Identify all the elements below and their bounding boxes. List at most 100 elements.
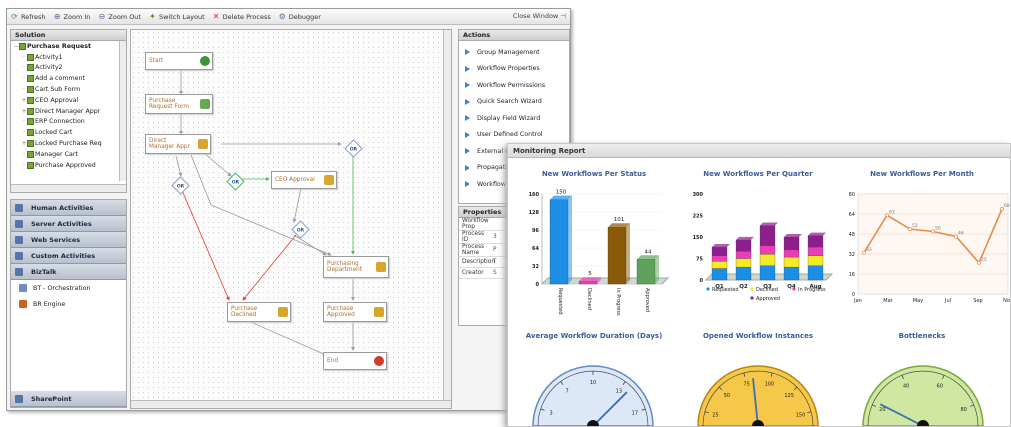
tree-item[interactable]: · ERP Connection: [11, 117, 126, 128]
x-tick-label: Jul: [944, 298, 951, 304]
x-tick-label: Sep: [973, 298, 982, 304]
bt-orchestration-item[interactable]: BT - Orchestration: [11, 280, 126, 296]
chart-title-quarter: New Workflows Per Quarter: [703, 170, 813, 178]
delete-process-button[interactable]: ✕ Delete Process: [212, 12, 271, 21]
action-label: User Defined Control: [477, 131, 543, 139]
direct-manager-node[interactable]: Direct Manager Appr: [145, 134, 211, 154]
action-item[interactable]: Quick Search Wizard: [459, 94, 569, 111]
biztalk-icon: [15, 267, 23, 276]
tree-item[interactable]: · Activity1: [11, 52, 126, 63]
stacked-bar-segment: [807, 265, 824, 281]
action-item[interactable]: Workflow Properties: [459, 61, 569, 78]
tree-item[interactable]: · Add a comment: [11, 73, 126, 84]
stacked-bar-segment: [807, 246, 824, 256]
action-item[interactable]: Display Field Wizard: [459, 110, 569, 127]
action-label: Workflow Permissions: [477, 81, 546, 89]
user-task-icon: [374, 307, 384, 317]
action-item[interactable]: Workflow Permissions: [459, 77, 569, 94]
canvas-horizontal-scrollbar[interactable]: [131, 400, 451, 408]
arrow-icon: [465, 82, 470, 89]
activity-icon: [27, 64, 34, 72]
tree-item[interactable]: · Manager Cart: [11, 149, 126, 160]
server-icon: [15, 219, 23, 228]
purchasing-department-node[interactable]: Purchasing Department: [323, 256, 389, 278]
x-tick-label: May: [913, 298, 923, 304]
zoom-out-button[interactable]: ⊖ Zoom Out: [97, 12, 141, 21]
status-bar-chart: 0 32 64 96 128 160 150 Requested 5 Declined 101 In …: [529, 190, 670, 316]
stacked-bar-segment: [735, 251, 752, 259]
activity-icon: [27, 86, 34, 94]
refresh-button[interactable]: ⟳ Refresh: [10, 12, 45, 21]
activity-icon: [27, 75, 34, 83]
close-window-button[interactable]: Close Window ⊣: [513, 12, 566, 20]
ceo-approval-node[interactable]: CEO Approval: [271, 171, 337, 189]
server-activities-header[interactable]: Server Activities: [11, 216, 126, 232]
y-tick-label: 0: [536, 282, 540, 288]
gauge-tick-label: 17: [632, 410, 638, 416]
legend-label: Requested: [712, 287, 739, 293]
purchase-declined-node[interactable]: Purchase Declined: [227, 302, 291, 322]
y-tick-label: 32: [849, 252, 855, 258]
data-label: 25: [981, 257, 987, 263]
solution-tree: − Purchase Request · Activity1 · Activity2 · A…: [11, 41, 126, 181]
bar: [636, 259, 656, 285]
chart-title-status: New Workflows Per Status: [541, 170, 647, 178]
zoom-in-icon: ⊕: [53, 12, 61, 21]
tree-item[interactable]: + Direct Manager Appr: [11, 106, 126, 117]
tree-horizontal-scrollbar[interactable]: [11, 184, 126, 192]
duration-gauge: 3 7 10 13 17: [532, 365, 654, 426]
user-task-icon: [198, 139, 208, 149]
bar-top: [760, 222, 778, 226]
gauge-tick-label: 50: [724, 393, 730, 399]
tree-item[interactable]: · Locked Cart: [11, 127, 126, 138]
data-label: 46: [958, 231, 964, 237]
tree-item[interactable]: · Activity2: [11, 63, 126, 74]
human-activities-header[interactable]: Human Activities: [11, 200, 126, 216]
start-node[interactable]: Start: [145, 52, 213, 70]
gauge-tick-label: 25: [712, 413, 718, 419]
tree-item-label: CEO Approval: [35, 96, 79, 104]
end-node[interactable]: End: [323, 352, 387, 370]
action-label: Quick Search Wizard: [477, 98, 542, 106]
property-key: Workflow Prop: [462, 218, 489, 230]
workflow-connectors: [175, 70, 355, 356]
x-tick-label: Mar: [883, 298, 893, 304]
tree-item[interactable]: · Purchase Approved: [11, 160, 126, 171]
stacked-bar-segment: [711, 268, 728, 281]
action-item[interactable]: Group Management: [459, 44, 569, 61]
custom-activities-header[interactable]: Custom Activities: [11, 248, 126, 264]
stacked-bar-segment: [711, 261, 728, 269]
gauge-title-opened: Opened Workflow Instances: [702, 332, 814, 340]
stacked-bar-segment: [735, 258, 752, 268]
tree-item-label: Direct Manager Appr: [35, 107, 101, 115]
gauge-tick-label: 100: [765, 381, 775, 387]
action-item[interactable]: User Defined Control: [459, 127, 569, 144]
canvas-vertical-scrollbar[interactable]: [443, 30, 451, 402]
delete-icon: ✕: [212, 12, 220, 21]
property-key: Process ID: [462, 231, 484, 243]
purchase-request-form-node[interactable]: Purchase Request Form: [145, 94, 213, 114]
br-engine-item[interactable]: BR Engine: [11, 296, 126, 312]
tree-root[interactable]: − Purchase Request: [11, 41, 126, 52]
workflow-canvas[interactable]: Start Purchase Request Form Direct Manager…: [130, 29, 452, 409]
tree-item-label: Locked Cart: [35, 129, 73, 137]
solution-panel: Solution − Purchase Request · Activity1 · Ac…: [10, 29, 127, 193]
activity-icon: [27, 96, 34, 104]
tree-vertical-scrollbar[interactable]: [119, 41, 126, 181]
tree-item[interactable]: + CEO Approval: [11, 95, 126, 106]
switch-layout-button[interactable]: ✦ Switch Layout: [148, 12, 205, 21]
chart-title-month: New Workflows Per Month: [870, 170, 974, 178]
sharepoint-header[interactable]: SharePoint: [11, 391, 126, 407]
tree-item[interactable]: · Cart Sub Form: [11, 84, 126, 95]
biztalk-header[interactable]: BizTalk: [11, 264, 126, 280]
tree-item[interactable]: + Locked Purchase Req: [11, 138, 126, 149]
gauge-tick-label: 20: [879, 407, 885, 413]
gauge-tick-label: 75: [743, 381, 749, 387]
zoom-in-button[interactable]: ⊕ Zoom In: [53, 12, 91, 21]
y-tick-label: 128: [529, 210, 540, 216]
debugger-button[interactable]: ⚙ Debugger: [278, 12, 321, 21]
arrow-icon: [465, 148, 470, 155]
y-tick-label: 48: [849, 232, 855, 238]
web-services-header[interactable]: Web Services: [11, 232, 126, 248]
purchase-approved-node[interactable]: Purchase Approved: [323, 302, 387, 322]
